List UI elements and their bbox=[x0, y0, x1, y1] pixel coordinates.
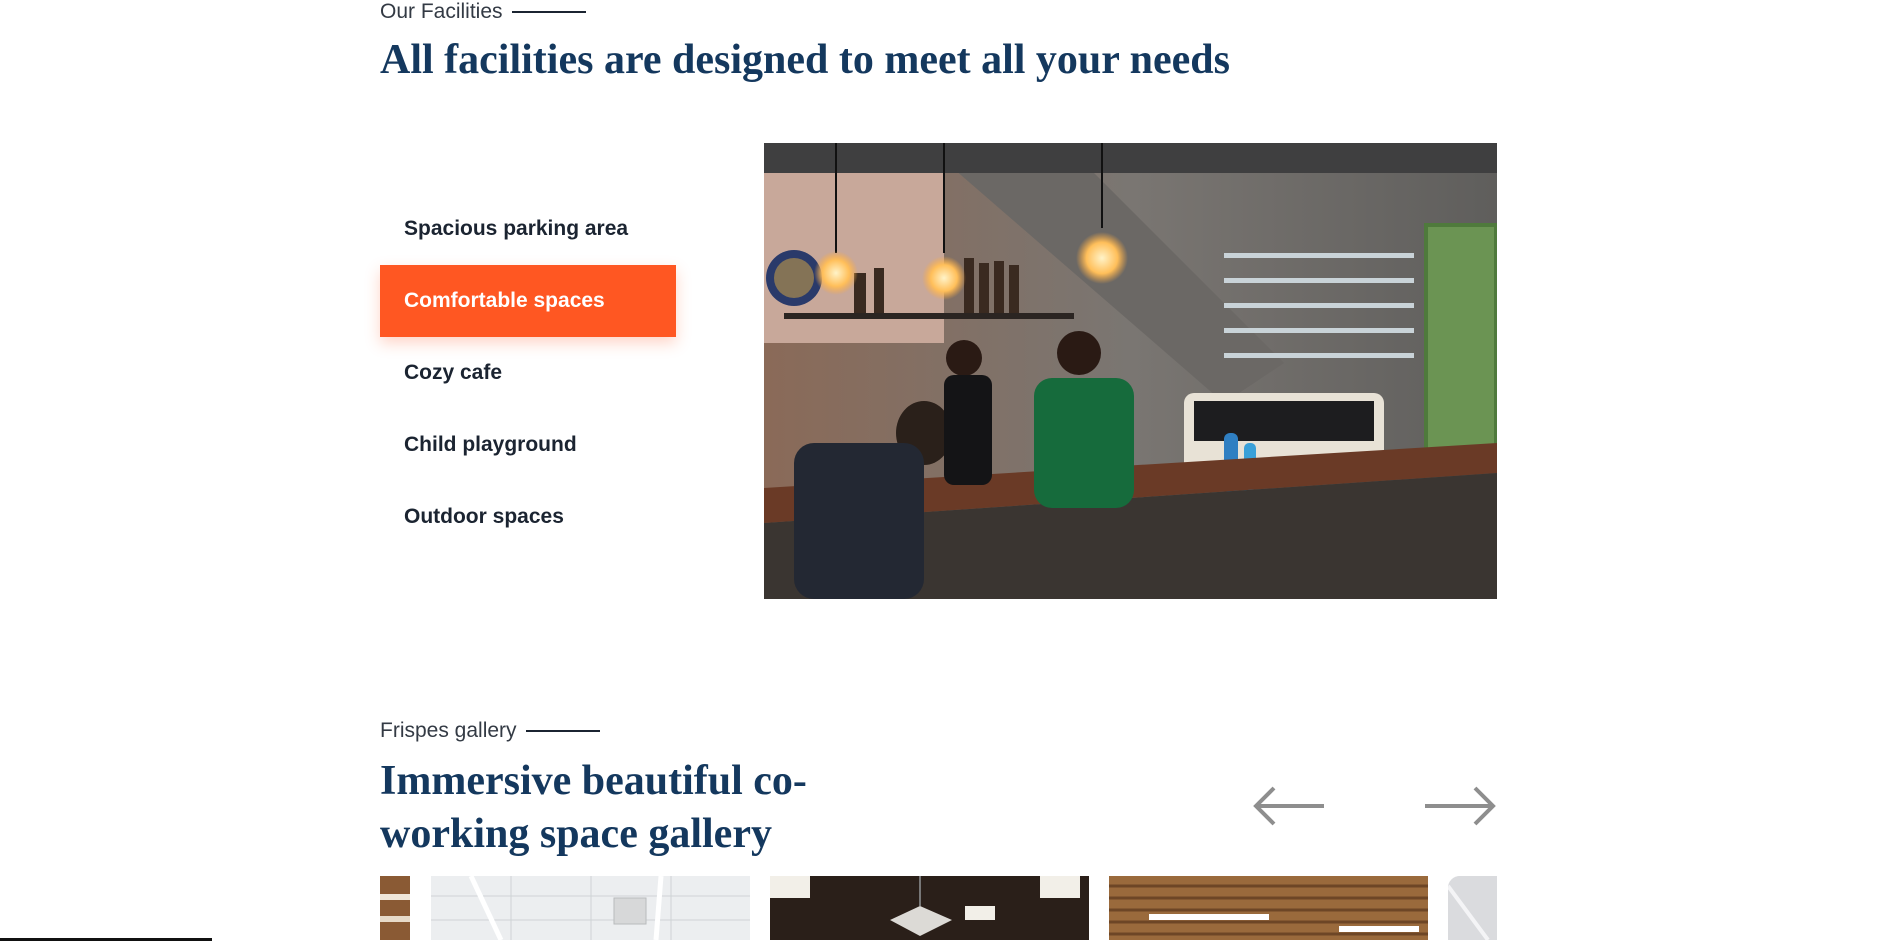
gallery-image[interactable] bbox=[431, 876, 750, 940]
gallery-prev-button[interactable] bbox=[1252, 778, 1326, 834]
arrow-right-icon bbox=[1425, 786, 1496, 826]
bottom-scroll-indicator bbox=[0, 938, 212, 941]
facility-tab-label: Spacious parking area bbox=[404, 217, 629, 240]
eyebrow-rule bbox=[511, 11, 586, 13]
gallery-image[interactable] bbox=[770, 876, 1089, 940]
facility-tab-playground[interactable]: Child playground bbox=[380, 409, 676, 481]
gallery-photo bbox=[380, 876, 410, 940]
facilities-heading: All facilities are designed to meet all … bbox=[380, 37, 1231, 83]
facilities-tab-list: Spacious parking area Comfortable spaces… bbox=[380, 193, 676, 553]
facility-tab-label: Outdoor spaces bbox=[404, 505, 564, 528]
facility-tab-label: Child playground bbox=[404, 433, 577, 456]
facility-tab-comfortable-spaces[interactable]: Comfortable spaces bbox=[380, 265, 676, 337]
eyebrow-rule bbox=[525, 730, 600, 732]
arrow-left-icon bbox=[1253, 786, 1324, 826]
gallery-photo bbox=[770, 876, 1089, 940]
gallery-photo bbox=[431, 876, 750, 940]
cafe-photo-illustration bbox=[764, 143, 1497, 599]
facility-tab-label: Cozy cafe bbox=[404, 361, 503, 384]
gallery-eyebrow: Frispes gallery bbox=[380, 719, 600, 743]
gallery-heading: Immersive beautiful co-working space gal… bbox=[380, 758, 807, 857]
facility-tab-cafe[interactable]: Cozy cafe bbox=[380, 337, 676, 409]
facility-tab-outdoor[interactable]: Outdoor spaces bbox=[380, 481, 676, 553]
facilities-eyebrow: Our Facilities bbox=[380, 0, 586, 24]
facility-tab-parking[interactable]: Spacious parking area bbox=[380, 193, 676, 265]
gallery-photo bbox=[1109, 876, 1428, 940]
gallery-image[interactable] bbox=[1448, 876, 1497, 940]
gallery-next-button[interactable] bbox=[1423, 778, 1497, 834]
gallery-image[interactable] bbox=[380, 876, 410, 940]
gallery-eyebrow-label: Frispes gallery bbox=[380, 719, 517, 742]
gallery-image[interactable] bbox=[1109, 876, 1428, 940]
facilities-eyebrow-label: Our Facilities bbox=[380, 0, 503, 23]
facility-photo-cafe bbox=[764, 143, 1497, 599]
gallery-photo bbox=[1448, 876, 1497, 940]
facility-tab-label: Comfortable spaces bbox=[404, 289, 605, 312]
